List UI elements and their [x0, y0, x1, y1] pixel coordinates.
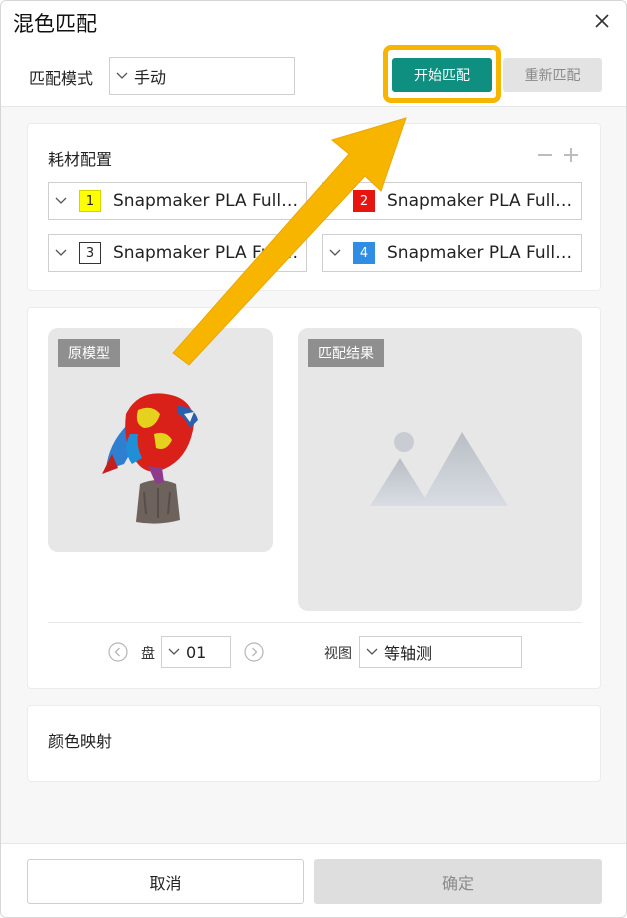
plate-select[interactable]: 01 — [161, 636, 231, 668]
title-bar: 混色匹配 — [1, 1, 626, 45]
color-match-dialog: 混色匹配 匹配模式 手动 开始匹配 重新匹配 耗材配置 1 Snapmaker … — [0, 0, 627, 918]
original-model-panel: 原模型 — [48, 328, 273, 552]
dialog-footer: 取消 确定 — [1, 843, 626, 917]
plate-label: 盘 — [141, 646, 155, 662]
chevron-down-icon — [366, 648, 378, 655]
match-mode-select[interactable]: 手动 — [109, 57, 295, 95]
view-value: 等轴测 — [384, 644, 433, 663]
preview-divider — [48, 622, 582, 623]
material-select-4[interactable]: 4 Snapmaker PLA Full S... — [322, 234, 582, 272]
material-select-1[interactable]: 1 Snapmaker PLA Full ... — [48, 182, 307, 220]
material-swatch-1: 1 — [79, 190, 101, 212]
materials-title: 耗材配置 — [48, 150, 113, 169]
chevron-down-icon — [55, 197, 67, 204]
match-result-panel: 匹配结果 — [298, 328, 582, 611]
materials-card: 耗材配置 1 Snapmaker PLA Full ... 2 Snapmake… — [27, 123, 601, 291]
chevron-down-icon — [329, 249, 341, 256]
material-swatch-3: 3 — [79, 242, 101, 264]
material-name-3: Snapmaker PLA Full S... — [113, 243, 301, 263]
view-label: 视图 — [324, 646, 352, 662]
chevron-down-icon — [168, 648, 180, 655]
chevron-down-icon — [116, 72, 128, 79]
remove-material-icon[interactable] — [538, 154, 552, 156]
confirm-button[interactable]: 确定 — [314, 859, 602, 904]
image-placeholder-icon — [370, 432, 508, 506]
material-swatch-2: 2 — [353, 190, 375, 212]
dialog-title: 混色匹配 — [13, 12, 97, 36]
cancel-button[interactable]: 取消 — [27, 859, 304, 904]
match-mode-value: 手动 — [134, 68, 167, 87]
prev-plate-icon[interactable] — [108, 642, 128, 662]
original-model-tag: 原模型 — [58, 339, 120, 367]
material-select-3[interactable]: 3 Snapmaker PLA Full S... — [48, 234, 307, 272]
match-mode-label: 匹配模式 — [29, 69, 94, 88]
material-name-4: Snapmaker PLA Full S... — [387, 243, 575, 263]
color-mapping-title: 颜色映射 — [48, 732, 113, 751]
close-icon[interactable] — [592, 11, 612, 31]
color-mapping-card: 颜色映射 — [27, 705, 601, 782]
view-select[interactable]: 等轴测 — [359, 636, 522, 668]
plate-value: 01 — [186, 642, 207, 662]
preview-card: 原模型 匹配结果 盘 01 视图 等轴测 — [27, 307, 601, 689]
chevron-down-icon — [329, 197, 341, 204]
match-result-tag: 匹配结果 — [308, 339, 384, 367]
material-swatch-4: 4 — [353, 242, 375, 264]
material-name-1: Snapmaker PLA Full ... — [113, 191, 301, 211]
material-select-2[interactable]: 2 Snapmaker PLA Full S... — [322, 182, 582, 220]
next-plate-icon[interactable] — [244, 642, 264, 662]
chevron-down-icon — [55, 249, 67, 256]
material-name-2: Snapmaker PLA Full S... — [387, 191, 575, 211]
start-match-button[interactable]: 开始匹配 — [392, 58, 492, 92]
rematch-button[interactable]: 重新匹配 — [503, 58, 602, 92]
parrot-model-image — [102, 393, 198, 524]
